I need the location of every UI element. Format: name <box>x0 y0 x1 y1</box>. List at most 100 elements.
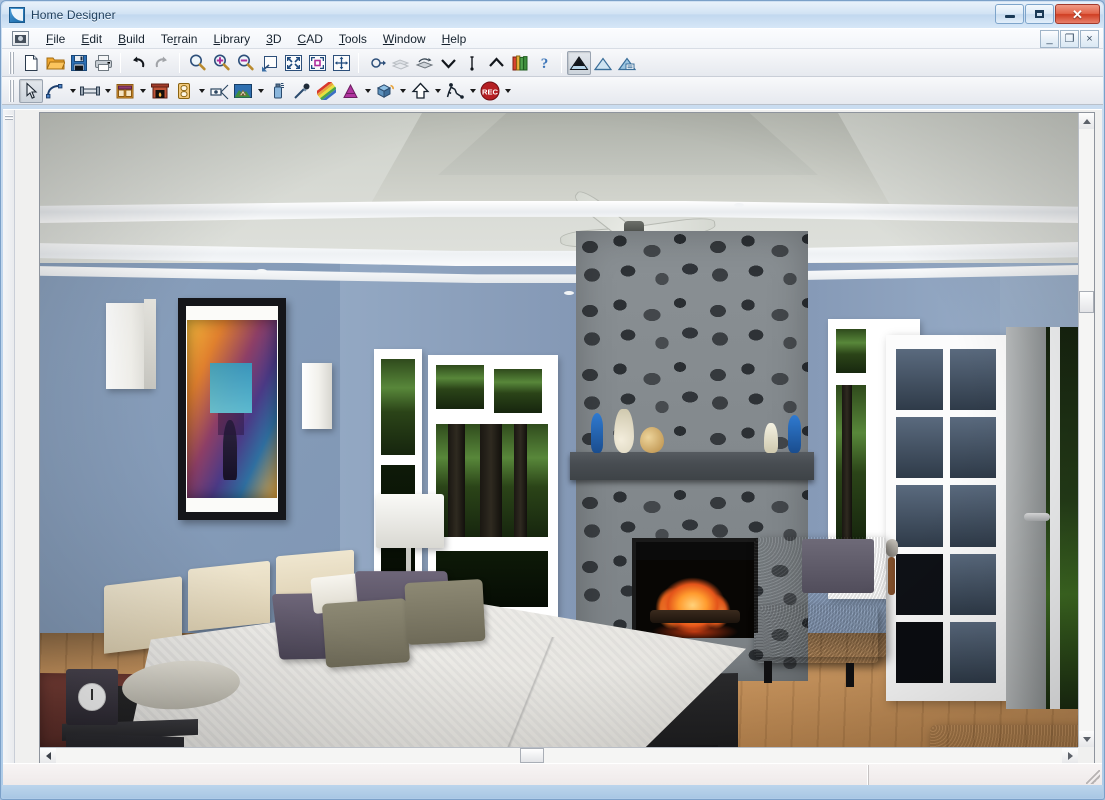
camera-view-icon[interactable] <box>12 31 29 46</box>
print-button[interactable] <box>91 51 115 75</box>
material-painter-button[interactable] <box>266 79 290 103</box>
mdi-restore-button[interactable]: ❐ <box>1060 30 1079 48</box>
menu-edit[interactable]: Edit <box>73 30 110 48</box>
close-icon: ✕ <box>1072 6 1083 22</box>
menu-window[interactable]: Window <box>375 30 434 48</box>
reference-display-button[interactable] <box>436 51 460 75</box>
mdi-minimize-button[interactable]: _ <box>1040 30 1059 48</box>
record-walkthrough-button[interactable]: REC <box>478 79 502 103</box>
fill-window-button[interactable] <box>281 51 305 75</box>
menu-tools[interactable]: Tools <box>331 30 375 48</box>
vertical-scroll-thumb[interactable] <box>1079 291 1094 313</box>
menu-3d[interactable]: 3D <box>258 30 289 48</box>
printer-icon <box>94 54 112 71</box>
cube-3d-icon <box>376 83 394 98</box>
zoom-out-button[interactable] <box>233 51 257 75</box>
3d-objects-dropdown[interactable] <box>397 79 408 103</box>
walkthrough-dropdown[interactable] <box>467 79 478 103</box>
door-handle[interactable] <box>888 557 895 595</box>
close-button[interactable]: ✕ <box>1055 4 1100 24</box>
menu-file[interactable]: File <box>38 30 73 48</box>
zoom-in-button[interactable] <box>209 51 233 75</box>
floor-up-button[interactable] <box>412 51 436 75</box>
3d-camera-view[interactable] <box>39 112 1095 764</box>
door-pane <box>949 621 996 683</box>
maximize-button[interactable] <box>1025 4 1054 24</box>
up-chevron-button[interactable] <box>484 51 508 75</box>
walkthrough-button[interactable] <box>443 79 467 103</box>
mdi-close-button[interactable]: × <box>1080 30 1099 48</box>
edit-toolbar: REC <box>2 77 1103 105</box>
electrical-dropdown[interactable] <box>196 79 207 103</box>
scroll-up-button[interactable] <box>1079 113 1094 129</box>
menu-terrain[interactable]: Terrain <box>153 30 206 48</box>
draw-spline-button[interactable] <box>43 79 67 103</box>
menu-help[interactable]: Help <box>434 30 475 48</box>
floor-camera-button[interactable] <box>591 51 615 75</box>
terrain-button[interactable] <box>338 79 362 103</box>
move-up-dropdown[interactable] <box>432 79 443 103</box>
scroll-down-button[interactable] <box>1079 731 1094 747</box>
menu-library[interactable]: Library <box>205 30 258 48</box>
walls-dropdown[interactable] <box>102 79 113 103</box>
horizontal-scroll-thumb[interactable] <box>520 748 544 763</box>
exterior-view-button[interactable] <box>231 79 255 103</box>
pan-window-button[interactable] <box>329 51 353 75</box>
color-chooser-button[interactable] <box>314 79 338 103</box>
level-button[interactable] <box>460 51 484 75</box>
menu-build[interactable]: Build <box>110 30 153 48</box>
electrical-button[interactable] <box>172 79 196 103</box>
full-camera-button[interactable] <box>567 50 591 75</box>
artwork-image <box>187 320 277 498</box>
toolbar-grip[interactable] <box>8 79 15 102</box>
horizontal-scrollbar[interactable] <box>40 747 1078 763</box>
redo-arrow-icon <box>155 56 167 67</box>
toolbar-grip[interactable] <box>8 51 15 74</box>
open-plan-button[interactable] <box>43 51 67 75</box>
elevation-camera-button[interactable] <box>615 51 639 75</box>
left-toolbar-rail[interactable] <box>3 110 15 763</box>
help-button[interactable]: ? <box>532 51 556 75</box>
fill-window-building-button[interactable] <box>305 51 329 75</box>
resize-grip[interactable] <box>1086 770 1100 784</box>
eyedropper-button[interactable] <box>290 79 314 103</box>
zoom-button[interactable] <box>185 51 209 75</box>
menu-cad[interactable]: CAD <box>290 30 331 48</box>
vertical-scrollbar[interactable] <box>1078 113 1094 747</box>
move-up-button[interactable] <box>408 79 432 103</box>
scroll-right-button[interactable] <box>1062 748 1078 763</box>
undo-zoom-button[interactable] <box>257 51 281 75</box>
new-plan-button[interactable] <box>19 51 43 75</box>
save-plan-button[interactable] <box>67 51 91 75</box>
door-frame-far <box>1050 327 1060 709</box>
walls-button[interactable] <box>78 79 102 103</box>
artwork-figure <box>223 419 238 481</box>
cameras-button[interactable] <box>207 79 231 103</box>
mdi-client-area <box>3 109 1102 764</box>
undo-button[interactable] <box>126 51 150 75</box>
3d-objects-button[interactable] <box>373 79 397 103</box>
plan-view-button[interactable] <box>364 51 388 75</box>
floor-down-button[interactable] <box>388 51 412 75</box>
select-objects-button[interactable] <box>19 78 43 103</box>
cabinets-button[interactable] <box>113 79 137 103</box>
outlet-icon <box>178 82 190 99</box>
fireplace-button[interactable] <box>148 79 172 103</box>
magnifier-plus-icon <box>213 54 230 71</box>
magnifier-minus-icon <box>237 54 254 71</box>
standard-toolbar: ? <box>2 49 1103 77</box>
library-browser-button[interactable] <box>508 51 532 75</box>
title-bar[interactable]: Home Designer ✕ <box>2 2 1103 28</box>
exterior-view-dropdown[interactable] <box>255 79 266 103</box>
record-dropdown[interactable] <box>502 79 513 103</box>
terrain-dropdown[interactable] <box>362 79 373 103</box>
door-lever-far[interactable] <box>1024 513 1050 521</box>
wall-sconce-left-side <box>144 299 156 389</box>
door-handle-escutcheon[interactable] <box>886 539 898 557</box>
scroll-left-button[interactable] <box>40 748 56 763</box>
redo-button[interactable] <box>150 51 174 75</box>
up-arrow-outline-icon <box>410 82 430 99</box>
minimize-button[interactable] <box>995 4 1024 24</box>
cabinets-dropdown[interactable] <box>137 79 148 103</box>
draw-spline-dropdown[interactable] <box>67 79 78 103</box>
